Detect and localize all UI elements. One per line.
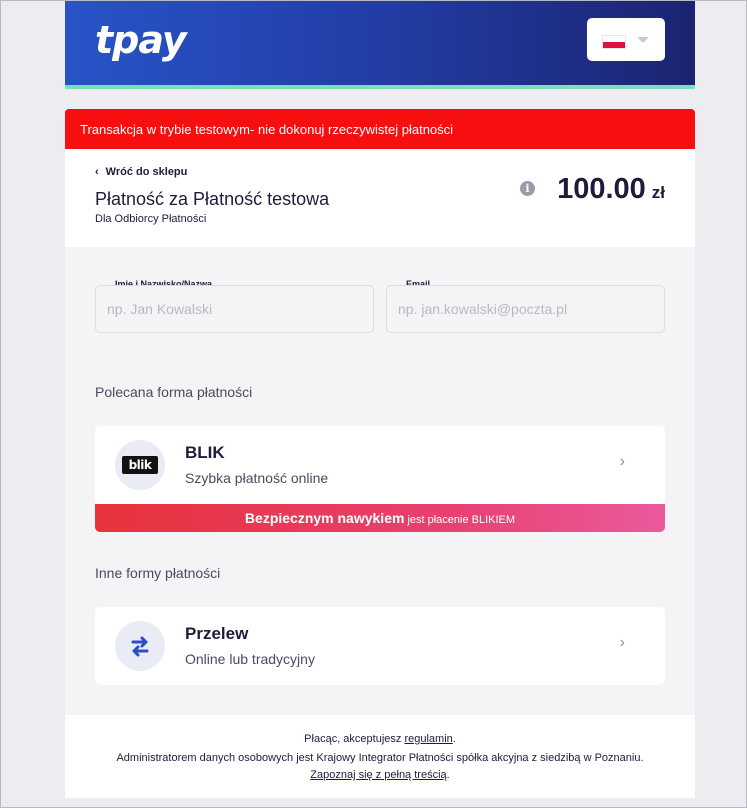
transfer-arrows-icon	[115, 621, 165, 671]
other-section-title: Inne formy płatności	[95, 565, 221, 581]
footer: Płacąc, akceptujesz regulamin. Administr…	[65, 715, 695, 798]
tpay-logo: tpay	[95, 18, 187, 62]
chevron-down-icon	[637, 37, 649, 43]
footer-privacy-suffix: .	[446, 769, 450, 781]
payment-title: Płatność za Płatność testowa	[95, 189, 330, 209]
amount-value: 100.00	[557, 173, 646, 205]
footer-terms-prefix: Płacąc, akceptujesz	[304, 733, 405, 745]
name-input[interactable]	[95, 285, 374, 333]
header: tpay	[65, 0, 695, 89]
payment-recipient: Dla Odbiorcy Płatności	[95, 213, 207, 225]
transfer-method-name: Przelew	[185, 624, 249, 643]
blik-logo-text: blik	[122, 456, 158, 474]
footer-terms-suffix: .	[452, 733, 456, 745]
back-label: Wróć do sklepu	[105, 166, 188, 178]
info-icon[interactable]: i	[520, 181, 535, 196]
blik-banner-rest: jest płacenie BLIKIEM	[407, 514, 516, 526]
blik-logo-icon: blik	[115, 440, 165, 490]
email-input[interactable]	[386, 285, 665, 333]
footer-terms-line: Płacąc, akceptujesz regulamin.	[65, 733, 695, 745]
chevron-right-icon: ›	[619, 453, 625, 470]
blik-method[interactable]: blik BLIK Szybka płatność online ›	[95, 426, 665, 504]
payment-summary: ‹ Wróć do sklepu Płatność za Płatność tes…	[65, 149, 695, 247]
transfer-method-description: Online lub tradycyjny	[185, 651, 315, 667]
recommended-section-title: Polecana forma płatności	[95, 384, 253, 400]
test-mode-banner: Transakcja w trybie testowym- nie dokonu…	[65, 109, 695, 149]
blik-method-description: Szybka płatność online	[185, 470, 329, 486]
language-selector[interactable]	[587, 18, 665, 61]
back-to-shop-link[interactable]: ‹ Wróć do sklepu	[95, 166, 187, 178]
privacy-link[interactable]: Zapoznaj się z pełną treścią	[310, 769, 446, 781]
terms-link[interactable]: regulamin	[404, 733, 452, 745]
transfer-method[interactable]: Przelew Online lub tradycyjny ›	[95, 607, 665, 685]
amount-currency: zł	[651, 183, 665, 202]
payment-content: Imię i Nazwisko/Nazwa Email Polecana for…	[65, 247, 695, 715]
footer-admin-line: Administratorem danych osobowych jest Kr…	[116, 752, 644, 764]
blik-banner-strong: Bezpiecznym nawykiem	[244, 510, 405, 526]
chevron-left-icon: ‹	[95, 166, 99, 178]
payment-amount: 100.00 zł	[557, 173, 665, 206]
footer-privacy-line: Zapoznaj się z pełną treścią.	[65, 769, 695, 781]
blik-promo-banner: Bezpiecznym nawykiem jest płacenie BLIKIE…	[95, 504, 665, 532]
chevron-right-icon: ›	[619, 634, 625, 651]
flag-pl-icon	[602, 35, 626, 49]
blik-method-name: BLIK	[185, 443, 225, 462]
